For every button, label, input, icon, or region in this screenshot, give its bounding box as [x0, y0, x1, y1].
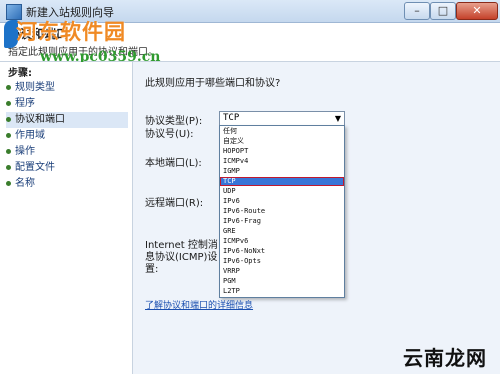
dropdown-option[interactable]: IPv6-Opts — [220, 257, 344, 266]
step-label: 协议和端口 — [15, 114, 65, 125]
step-dot-icon — [6, 164, 11, 170]
remote-port-label: 远程端口(R): — [145, 198, 204, 209]
dropdown-option[interactable]: PGM — [220, 277, 344, 286]
main-panel: 此规则应用于哪些端口和协议? 协议类型(P): 协议号(U): 本地端口(L):… — [133, 62, 500, 374]
step-label: 名称 — [15, 178, 35, 189]
step-dot-icon — [6, 84, 11, 90]
dropdown-option[interactable]: ICMPv6 — [220, 237, 344, 246]
step-profile[interactable]: 配置文件 — [6, 160, 128, 176]
step-name[interactable]: 名称 — [6, 176, 128, 192]
step-rule-type[interactable]: 规则类型 — [6, 80, 128, 96]
dropdown-option[interactable]: UDP — [220, 187, 344, 196]
step-dot-icon — [6, 132, 11, 138]
step-label: 程序 — [15, 98, 35, 109]
protocol-type-value: TCP — [223, 113, 240, 123]
step-dot-icon — [6, 100, 11, 106]
protocol-dropdown-list: 任何 自定义 HOPOPT ICMPv4 IGMP TCP UDP IPv6 I… — [219, 125, 345, 298]
step-label: 配置文件 — [15, 162, 55, 173]
watermark-site-name: 河东软件园 — [16, 20, 126, 44]
step-label: 作用域 — [15, 130, 45, 141]
step-dot-icon — [6, 180, 11, 186]
step-protocol-ports[interactable]: 协议和端口 — [6, 112, 128, 128]
step-dot-icon — [6, 148, 11, 154]
dropdown-option[interactable]: L2TP — [220, 287, 344, 296]
steps-label: 步骤: — [8, 68, 32, 79]
dropdown-option[interactable]: IPv6-Frag — [220, 217, 344, 226]
icmp-settings-label: Internet 控制消息协议(ICMP)设置: — [145, 240, 218, 275]
dropdown-option[interactable]: IPv6-NoNxt — [220, 247, 344, 256]
question-text: 此规则应用于哪些端口和协议? — [145, 78, 281, 89]
minimize-button[interactable]: – — [404, 2, 430, 20]
step-program[interactable]: 程序 — [6, 96, 128, 112]
protocol-type-select[interactable]: TCP ▼ — [219, 111, 345, 126]
chevron-down-icon[interactable]: ▼ — [335, 112, 341, 125]
step-label: 操作 — [15, 146, 35, 157]
more-info-link[interactable]: 了解协议和端口的详细信息 — [145, 298, 253, 311]
dropdown-option[interactable]: 任何 — [220, 127, 344, 136]
watermark-bottom: 云南龙网 — [403, 346, 487, 370]
step-dot-icon — [6, 116, 11, 122]
dropdown-option[interactable]: IGMP — [220, 167, 344, 176]
steps-sidebar: 步骤: 规则类型 程序 协议和端口 作用域 操作 配置文件 名称 — [0, 62, 133, 374]
dropdown-option-selected[interactable]: TCP — [220, 177, 344, 186]
wizard-window: 新建入站规则向导 – □ ✕ 协议和端口 指定此规则应用于的协议和端口。 河东软… — [0, 0, 500, 374]
local-port-label: 本地端口(L): — [145, 158, 202, 169]
dropdown-option[interactable]: IPv6-Route — [220, 207, 344, 216]
dropdown-option[interactable]: IPv6 — [220, 197, 344, 206]
step-action[interactable]: 操作 — [6, 144, 128, 160]
dropdown-option[interactable]: GRE — [220, 227, 344, 236]
protocol-number-label: 协议号(U): — [145, 129, 194, 140]
dropdown-option[interactable]: 自定义 — [220, 137, 344, 146]
close-button[interactable]: ✕ — [456, 2, 498, 20]
step-label: 规则类型 — [15, 82, 55, 93]
maximize-button[interactable]: □ — [430, 2, 456, 20]
dropdown-option[interactable]: ICMPv4 — [220, 157, 344, 166]
dropdown-option[interactable]: HOPOPT — [220, 147, 344, 156]
step-scope[interactable]: 作用域 — [6, 128, 128, 144]
dropdown-option[interactable]: VRRP — [220, 267, 344, 276]
